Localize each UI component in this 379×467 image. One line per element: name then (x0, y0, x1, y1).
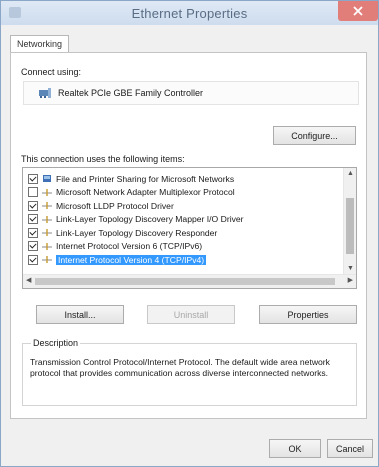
network-adapter-icon (39, 88, 51, 98)
list-item[interactable]: Internet Protocol Version 6 (TCP/IPv6) (23, 240, 343, 253)
list-item-label: Internet Protocol Version 4 (TCP/IPv4) (56, 254, 207, 265)
description-text: Transmission Control Protocol/Internet P… (30, 357, 330, 378)
network-share-icon (43, 175, 51, 182)
close-icon (353, 6, 363, 16)
title-bar[interactable]: Ethernet Properties (1, 1, 378, 25)
adapter-name: Realtek PCIe GBE Family Controller (58, 88, 204, 98)
install-button[interactable]: Install... (36, 305, 124, 324)
description-label: Description (31, 338, 81, 348)
item-checkbox[interactable] (28, 187, 38, 197)
item-checkbox[interactable] (28, 241, 38, 251)
list-item-label: Internet Protocol Version 6 (TCP/IPv6) (56, 241, 203, 251)
list-item-label: Microsoft Network Adapter Multiplexor Pr… (56, 187, 235, 197)
item-checkbox[interactable] (28, 173, 38, 184)
horizontal-scrollbar[interactable]: ◀ ▶ (23, 274, 356, 288)
list-item[interactable]: Link-Layer Topology Discovery Responder (23, 226, 343, 239)
list-item[interactable]: Microsoft LLDP Protocol Driver (23, 199, 343, 212)
protocol-icon (42, 242, 52, 250)
protocol-icon (42, 256, 52, 263)
list-item-label: Link-Layer Topology Discovery Responder (56, 227, 218, 238)
items-section-label: This connection uses the following items… (21, 154, 185, 164)
item-checkbox[interactable] (28, 254, 38, 265)
list-item-label: Link-Layer Topology Discovery Mapper I/O… (56, 214, 244, 224)
configure-button[interactable]: Configure... (273, 126, 356, 145)
list-item[interactable]: Microsoft Network Adapter Multiplexor Pr… (23, 186, 343, 199)
uninstall-button: Uninstall (147, 305, 235, 324)
scroll-up-icon[interactable]: ▲ (347, 170, 354, 178)
item-checkbox[interactable] (28, 200, 38, 211)
item-checkbox[interactable] (28, 214, 38, 224)
vertical-scrollbar[interactable]: ▲ ▼ (343, 168, 356, 275)
list-item[interactable]: File and Printer Sharing for Microsoft N… (23, 172, 343, 185)
list-item-label: File and Printer Sharing for Microsoft N… (56, 173, 235, 184)
items-list[interactable]: File and Printer Sharing for Microsoft N… (22, 167, 357, 289)
connect-using-label: Connect using: (21, 67, 82, 77)
list-item-label: Microsoft LLDP Protocol Driver (56, 200, 174, 211)
tab-networking[interactable]: Networking (10, 35, 70, 53)
scroll-down-icon[interactable]: ▼ (347, 265, 354, 273)
description-group: Description Transmission Control Protoco… (22, 338, 357, 406)
protocol-icon (42, 188, 52, 196)
adapter-field: Realtek PCIe GBE Family Controller (23, 81, 359, 105)
close-button[interactable] (338, 1, 378, 21)
list-item[interactable]: Link-Layer Topology Discovery Mapper I/O… (23, 213, 343, 226)
networking-panel: Connect using: Realtek PCIe GBE Family C… (10, 52, 367, 419)
network-app-icon (9, 7, 21, 18)
vertical-scroll-thumb[interactable] (346, 198, 354, 254)
protocol-icon (42, 202, 52, 209)
list-item[interactable]: Internet Protocol Version 4 (TCP/IPv4) (23, 253, 343, 266)
item-checkbox[interactable] (28, 227, 38, 238)
scroll-left-icon[interactable]: ◀ (26, 277, 31, 285)
properties-button[interactable]: Properties (259, 305, 357, 324)
horizontal-scroll-thumb[interactable] (35, 278, 335, 285)
scroll-right-icon[interactable]: ▶ (348, 277, 353, 285)
cancel-button[interactable]: Cancel (327, 439, 373, 458)
protocol-icon (42, 215, 52, 223)
ok-button[interactable]: OK (269, 439, 321, 458)
window-title: Ethernet Properties (131, 5, 248, 21)
ethernet-properties-window: Ethernet Properties Networking Connect u… (0, 0, 379, 467)
protocol-icon (42, 229, 52, 236)
